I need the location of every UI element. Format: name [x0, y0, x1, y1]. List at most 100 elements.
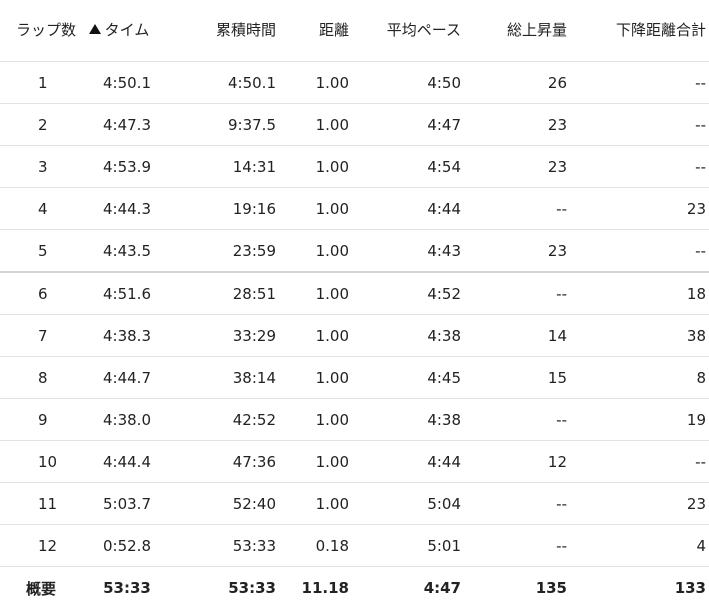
- summary-cumulative-time-cell: 53:33: [169, 567, 279, 609]
- lap-time-cell: 4:44.4: [88, 441, 169, 483]
- lap-time-cell: 4:50.1: [88, 62, 169, 104]
- lap-time-cell: 4:51.6: [88, 272, 169, 315]
- total-descent-cell: 18: [570, 272, 709, 315]
- lap-time-cell: 4:44.3: [88, 188, 169, 230]
- total-ascent-cell: 12: [464, 441, 570, 483]
- lap-time-cell: 4:44.7: [88, 357, 169, 399]
- summary-avg-pace-cell: 4:47: [352, 567, 464, 609]
- distance-cell: 1.00: [279, 315, 352, 357]
- column-header-total-descent[interactable]: 下降距離合計: [570, 0, 709, 62]
- summary-distance-cell: 11.18: [279, 567, 352, 609]
- avg-pace-cell: 5:04: [352, 483, 464, 525]
- table-row: 4 4:44.3 19:16 1.00 4:44 -- 23: [0, 188, 709, 230]
- column-header-lap[interactable]: ラップ数: [0, 0, 88, 62]
- distance-cell: 1.00: [279, 146, 352, 188]
- lap-number-cell: 8: [0, 357, 88, 399]
- lap-number-cell: 2: [0, 104, 88, 146]
- lap-number-cell: 4: [0, 188, 88, 230]
- table-row: 1 4:50.1 4:50.1 1.00 4:50 26 --: [0, 62, 709, 104]
- distance-cell: 1.00: [279, 272, 352, 315]
- lap-time-cell: 4:43.5: [88, 230, 169, 273]
- laps-table-body: 1 4:50.1 4:50.1 1.00 4:50 26 -- 2 4:47.3…: [0, 62, 709, 567]
- avg-pace-cell: 5:01: [352, 525, 464, 567]
- table-row: 3 4:53.9 14:31 1.00 4:54 23 --: [0, 146, 709, 188]
- total-ascent-cell: 26: [464, 62, 570, 104]
- avg-pace-cell: 4:44: [352, 441, 464, 483]
- lap-number-cell: 5: [0, 230, 88, 273]
- total-ascent-cell: --: [464, 272, 570, 315]
- cumulative-time-cell: 14:31: [169, 146, 279, 188]
- distance-cell: 1.00: [279, 230, 352, 273]
- lap-time-cell: 4:53.9: [88, 146, 169, 188]
- lap-time-cell: 4:38.3: [88, 315, 169, 357]
- lap-number-cell: 12: [0, 525, 88, 567]
- total-ascent-cell: 23: [464, 146, 570, 188]
- header-row: ラップ数 タイム 累積時間 距離 平均ペース 総上昇量 下降距離合計: [0, 0, 709, 62]
- cumulative-time-cell: 52:40: [169, 483, 279, 525]
- cumulative-time-cell: 23:59: [169, 230, 279, 273]
- distance-cell: 1.00: [279, 104, 352, 146]
- avg-pace-cell: 4:38: [352, 315, 464, 357]
- cumulative-time-cell: 53:33: [169, 525, 279, 567]
- total-descent-cell: 23: [570, 483, 709, 525]
- distance-cell: 1.00: [279, 483, 352, 525]
- cumulative-time-cell: 19:16: [169, 188, 279, 230]
- avg-pace-cell: 4:45: [352, 357, 464, 399]
- column-header-cumulative-time[interactable]: 累積時間: [169, 0, 279, 62]
- total-ascent-cell: --: [464, 483, 570, 525]
- total-ascent-cell: --: [464, 399, 570, 441]
- total-descent-cell: 8: [570, 357, 709, 399]
- cumulative-time-cell: 47:36: [169, 441, 279, 483]
- total-ascent-cell: --: [464, 525, 570, 567]
- total-descent-cell: 38: [570, 315, 709, 357]
- total-descent-cell: --: [570, 62, 709, 104]
- avg-pace-cell: 4:52: [352, 272, 464, 315]
- distance-cell: 0.18: [279, 525, 352, 567]
- distance-cell: 1.00: [279, 357, 352, 399]
- lap-number-cell: 7: [0, 315, 88, 357]
- lap-number-cell: 6: [0, 272, 88, 315]
- summary-time-cell: 53:33: [88, 567, 169, 609]
- cumulative-time-cell: 4:50.1: [169, 62, 279, 104]
- avg-pace-cell: 4:44: [352, 188, 464, 230]
- lap-time-cell: 5:03.7: [88, 483, 169, 525]
- lap-number-cell: 9: [0, 399, 88, 441]
- table-row: 9 4:38.0 42:52 1.00 4:38 -- 19: [0, 399, 709, 441]
- lap-number-cell: 3: [0, 146, 88, 188]
- summary-row: 概要 53:33 53:33 11.18 4:47 135 133: [0, 567, 709, 609]
- column-header-distance[interactable]: 距離: [279, 0, 352, 62]
- column-header-total-ascent[interactable]: 総上昇量: [464, 0, 570, 62]
- avg-pace-cell: 4:54: [352, 146, 464, 188]
- total-descent-cell: --: [570, 441, 709, 483]
- total-descent-cell: --: [570, 230, 709, 273]
- laps-table-header: ラップ数 タイム 累積時間 距離 平均ペース 総上昇量 下降距離合計: [0, 0, 709, 62]
- column-header-lap-label: ラップ数: [16, 21, 76, 39]
- lap-time-cell: 4:47.3: [88, 104, 169, 146]
- table-row: 5 4:43.5 23:59 1.00 4:43 23 --: [0, 230, 709, 273]
- distance-cell: 1.00: [279, 399, 352, 441]
- cumulative-time-cell: 42:52: [169, 399, 279, 441]
- table-row: 7 4:38.3 33:29 1.00 4:38 14 38: [0, 315, 709, 357]
- lap-time-cell: 0:52.8: [88, 525, 169, 567]
- summary-total-ascent-cell: 135: [464, 567, 570, 609]
- total-ascent-cell: 23: [464, 230, 570, 273]
- column-header-avg-pace[interactable]: 平均ペース: [352, 0, 464, 62]
- cumulative-time-cell: 9:37.5: [169, 104, 279, 146]
- table-row: 8 4:44.7 38:14 1.00 4:45 15 8: [0, 357, 709, 399]
- table-row: 2 4:47.3 9:37.5 1.00 4:47 23 --: [0, 104, 709, 146]
- total-descent-cell: --: [570, 104, 709, 146]
- lap-number-cell: 10: [0, 441, 88, 483]
- cumulative-time-cell: 28:51: [169, 272, 279, 315]
- avg-pace-cell: 4:38: [352, 399, 464, 441]
- lap-time-cell: 4:38.0: [88, 399, 169, 441]
- cumulative-time-cell: 33:29: [169, 315, 279, 357]
- sort-ascending-icon[interactable]: [89, 24, 101, 34]
- distance-cell: 1.00: [279, 62, 352, 104]
- summary-total-descent-cell: 133: [570, 567, 709, 609]
- total-ascent-cell: 14: [464, 315, 570, 357]
- total-ascent-cell: --: [464, 188, 570, 230]
- summary-label: 概要: [0, 567, 88, 609]
- total-descent-cell: 4: [570, 525, 709, 567]
- cumulative-time-cell: 38:14: [169, 357, 279, 399]
- distance-cell: 1.00: [279, 441, 352, 483]
